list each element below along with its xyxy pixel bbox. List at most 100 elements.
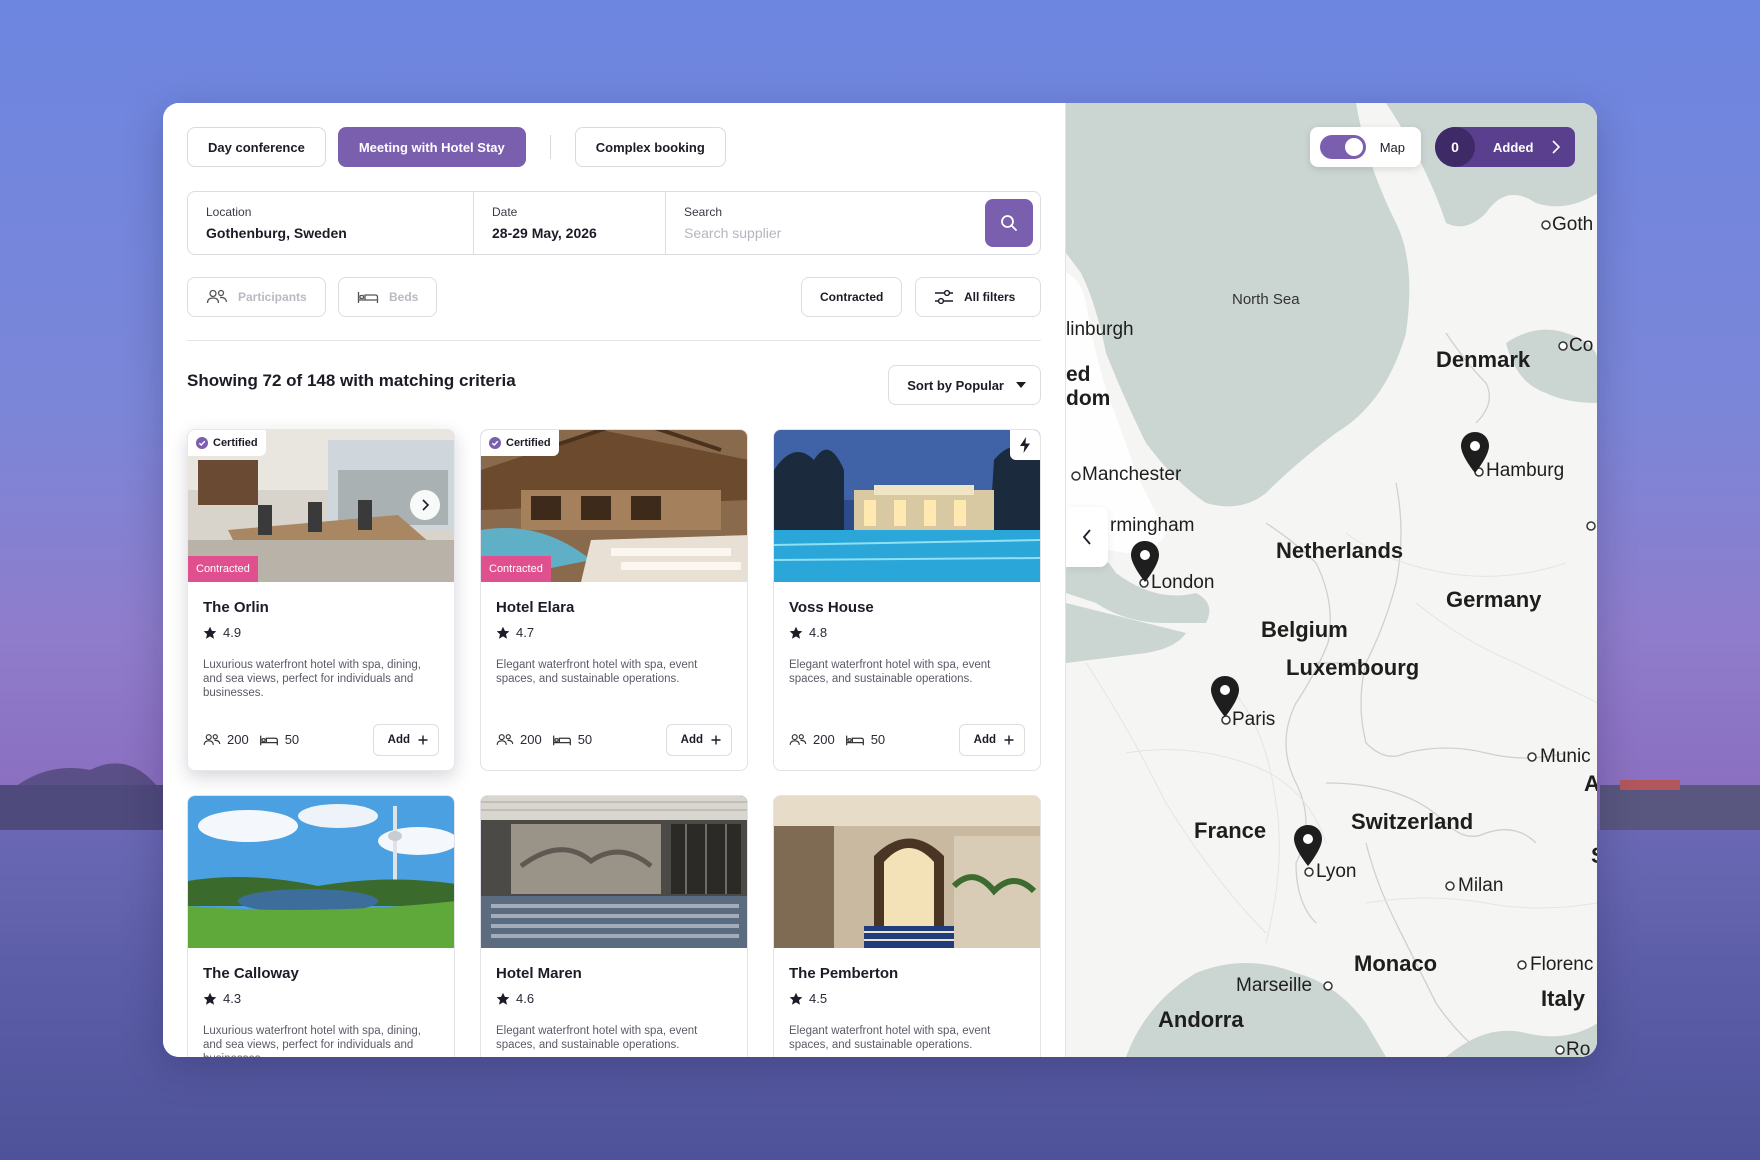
hotel-description: Elegant waterfront hotel with spa, event…: [789, 659, 991, 685]
collapse-map-button[interactable]: [1066, 507, 1108, 567]
verified-icon: [489, 437, 501, 449]
verified-icon: [196, 437, 208, 449]
people-icon: [203, 733, 221, 745]
hotel-rating: 4.7: [496, 625, 534, 640]
certified-label: Certified: [213, 437, 258, 449]
map-pin-paris[interactable]: [1209, 675, 1241, 719]
location-field[interactable]: Location Gothenburg, Sweden: [188, 192, 474, 254]
plus-icon: [418, 735, 428, 745]
map-label-germany: Germany: [1446, 587, 1542, 612]
add-button[interactable]: Add: [958, 724, 1025, 756]
certified-badge: Certified: [481, 430, 559, 456]
added-label: Added: [1493, 139, 1534, 155]
hotel-photo: [774, 796, 1040, 948]
map-controls: Map 0 Added: [1309, 127, 1575, 167]
chevron-right-icon: [422, 499, 430, 511]
map-label-milan: Milan: [1458, 875, 1504, 896]
hotel-card[interactable]: Certified Contracted Hotel Elara 4.7 Ele…: [480, 429, 748, 771]
map-label-italy: Italy: [1541, 986, 1586, 1011]
add-button[interactable]: Add: [665, 724, 732, 756]
added-button[interactable]: 0 Added: [1435, 127, 1575, 167]
map-label-ed: ed: [1066, 363, 1091, 386]
participants-filter[interactable]: Participants: [187, 277, 326, 317]
map-label-a: A: [1584, 771, 1597, 797]
certified-badge: Certified: [188, 430, 266, 456]
next-photo-button[interactable]: [410, 490, 440, 520]
map-pin-lyon[interactable]: [1292, 824, 1324, 868]
map-toggle[interactable]: Map: [1309, 127, 1421, 167]
contracted-filter-button[interactable]: Contracted: [801, 277, 903, 317]
map-pin-london[interactable]: [1129, 540, 1161, 584]
lightning-icon: [1020, 437, 1030, 453]
hotel-capacity: 200 50: [789, 732, 885, 747]
contracted-badge: Contracted: [188, 556, 258, 582]
map-label-belgium: Belgium: [1261, 617, 1348, 642]
map-label-co: Co: [1569, 335, 1594, 356]
map-label-munich: Munic: [1540, 746, 1591, 767]
participants-count: 200: [520, 732, 542, 747]
supplier-label: Search: [684, 205, 723, 219]
add-label: Add: [973, 734, 996, 746]
map-label-andorra: Andorra: [1158, 1007, 1244, 1032]
supplier-field: Search: [666, 192, 966, 254]
beds-count: 50: [577, 732, 593, 747]
star-icon: [496, 626, 510, 639]
beds-count: 50: [284, 732, 300, 747]
hotel-photo: [481, 796, 747, 948]
map-label-goth: Goth: [1552, 214, 1594, 235]
map-label-hamburg: Hamburg: [1486, 460, 1565, 481]
hotel-card[interactable]: The Calloway 4.3 Luxurious waterfront ho…: [187, 795, 455, 1057]
tab-complex-booking[interactable]: Complex booking: [574, 127, 726, 167]
search-button[interactable]: [985, 199, 1033, 247]
location-label: Location: [206, 205, 252, 219]
search-supplier-input[interactable]: [684, 225, 948, 241]
map-switch[interactable]: [1319, 135, 1366, 159]
hotel-rating: 4.6: [496, 991, 534, 1006]
hotel-description: Elegant waterfront hotel with spa, event…: [496, 1025, 698, 1051]
people-icon: [496, 733, 514, 745]
app-window: Day conference Meeting with Hotel Stay C…: [163, 103, 1597, 1057]
all-filters-button[interactable]: All filters: [915, 277, 1041, 317]
hotel-name: The Pemberton: [789, 965, 899, 982]
hotel-card[interactable]: Hotel Maren 4.6 Elegant waterfront hotel…: [480, 795, 748, 1057]
map-panel[interactable]: North Sea Goth Co linburgh ed dom Denmar…: [1065, 103, 1597, 1057]
add-button[interactable]: Add: [372, 724, 439, 756]
filter-row: Participants Beds Contracted All filters: [187, 277, 1041, 317]
date-field[interactable]: Date 28-29 May, 2026: [474, 192, 666, 254]
map-label-s: S: [1591, 843, 1597, 869]
hotel-photo: Certified Contracted: [481, 430, 747, 582]
sort-dropdown[interactable]: Sort by Popular: [888, 365, 1041, 405]
hotel-card[interactable]: Voss House 4.8 Elegant waterfront hotel …: [773, 429, 1041, 771]
rating-value: 4.9: [223, 625, 242, 640]
bed-icon: [259, 735, 278, 745]
beds-filter[interactable]: Beds: [338, 277, 438, 317]
participants-count: 200: [813, 732, 835, 747]
map-label-monaco: Monaco: [1354, 951, 1438, 976]
map-label-switzerland: Switzerland: [1351, 809, 1474, 834]
tab-meeting-with-hotel-stay[interactable]: Meeting with Hotel Stay: [337, 127, 526, 167]
map-pin-hamburg[interactable]: [1459, 431, 1491, 475]
hotel-name: The Calloway: [203, 965, 299, 982]
location-value: Gothenburg, Sweden: [206, 225, 347, 241]
star-icon: [496, 992, 510, 1005]
instant-booking-badge: [1010, 430, 1040, 460]
map-label-birmingham: rmingham: [1110, 515, 1195, 536]
sliders-icon: [935, 289, 953, 305]
hotel-description: Luxurious waterfront hotel with spa, din…: [203, 1025, 421, 1057]
star-icon: [203, 992, 217, 1005]
hotel-card[interactable]: Certified Contracted The Orlin 4.9 Luxur…: [187, 429, 455, 771]
hotel-rating: 4.5: [789, 991, 827, 1006]
star-icon: [789, 626, 803, 639]
rating-value: 4.3: [223, 991, 242, 1006]
map-label-france: France: [1194, 818, 1267, 843]
results-summary: Showing 72 of 148 with matching criteria: [187, 371, 516, 390]
people-icon: [789, 733, 807, 745]
hotel-name: Voss House: [789, 599, 874, 616]
certified-label: Certified: [506, 437, 551, 449]
tab-day-conference[interactable]: Day conference: [187, 127, 326, 167]
hotel-rating: 4.9: [203, 625, 241, 640]
sort-label: Sort by Popular: [907, 377, 1004, 393]
hotel-card[interactable]: The Pemberton 4.5 Elegant waterfront hot…: [773, 795, 1041, 1057]
divider: [187, 340, 1041, 341]
tab-separator: [549, 135, 551, 159]
